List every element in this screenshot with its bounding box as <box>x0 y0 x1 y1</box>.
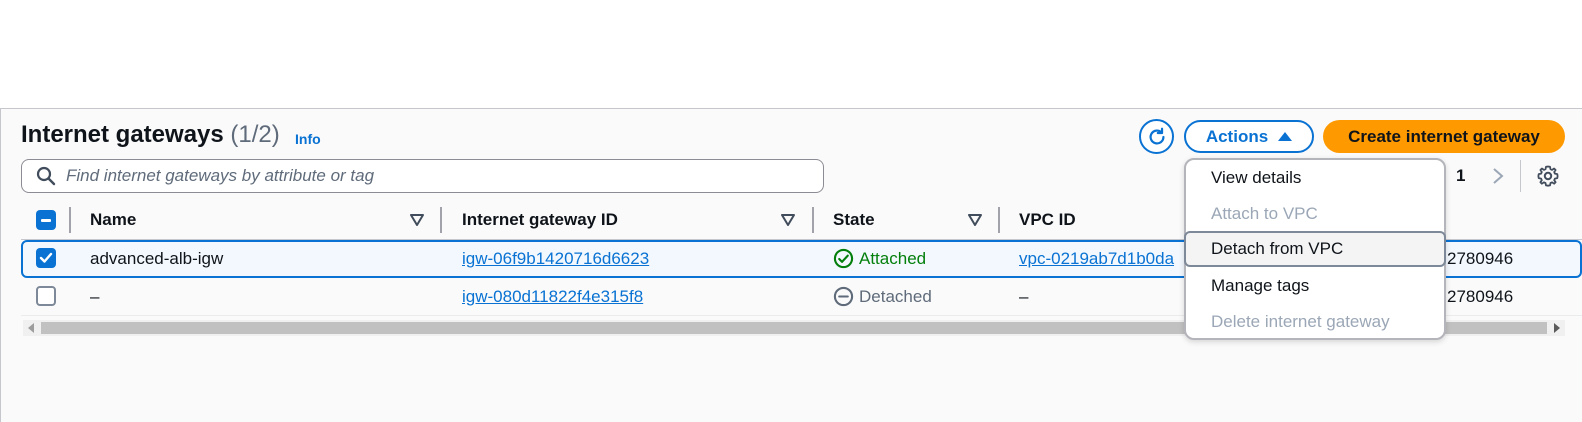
gateway-name: advanced-alb-igw <box>90 249 224 268</box>
pagination-divider <box>1520 160 1521 192</box>
create-internet-gateway-button[interactable]: Create internet gateway <box>1323 120 1565 153</box>
column-header-state[interactable]: State <box>833 210 875 230</box>
scroll-left-arrow-icon[interactable] <box>28 323 34 333</box>
sort-icon[interactable] <box>968 214 982 226</box>
gateway-name: – <box>90 287 100 306</box>
scroll-right-arrow-icon[interactable] <box>1554 323 1560 333</box>
column-divider[interactable] <box>998 207 1000 233</box>
minus-circle-icon <box>833 286 854 307</box>
gateway-id-link[interactable]: igw-06f9b1420716d6623 <box>462 249 649 269</box>
search-icon <box>36 166 56 186</box>
chevron-right-icon <box>1493 168 1504 184</box>
actions-button[interactable]: Actions <box>1184 120 1314 153</box>
column-header-vpc-id[interactable]: VPC ID <box>1019 210 1076 230</box>
sort-icon[interactable] <box>781 214 795 226</box>
vpc-id: – <box>1019 287 1029 306</box>
column-header-igw-id[interactable]: Internet gateway ID <box>462 210 618 230</box>
search-input[interactable] <box>66 166 786 186</box>
menu-item-manage-tags[interactable]: Manage tags <box>1186 268 1444 304</box>
actions-label: Actions <box>1205 126 1269 146</box>
status-badge: Attached <box>833 248 926 269</box>
column-header-name[interactable]: Name <box>90 210 136 230</box>
next-page-button[interactable] <box>1488 165 1508 187</box>
refresh-button[interactable] <box>1139 119 1174 154</box>
row-checkbox[interactable] <box>36 286 56 306</box>
info-link[interactable]: Info <box>295 131 321 147</box>
refresh-icon <box>1149 127 1165 145</box>
sort-icon[interactable] <box>410 214 424 226</box>
select-all-checkbox[interactable] <box>36 210 56 230</box>
selection-count: (1/2) <box>230 121 280 148</box>
row-checkbox[interactable] <box>36 248 56 268</box>
menu-item-view-details[interactable]: View details <box>1186 160 1444 196</box>
page-title: Internet gateways (1/2) <box>21 121 280 149</box>
owner-id: 2780946 <box>1447 287 1514 306</box>
column-divider <box>69 207 71 233</box>
menu-item-delete-internet-gateway: Delete internet gateway <box>1211 312 1390 331</box>
menu-item-detach-from-vpc[interactable]: Detach from VPC <box>1184 231 1446 267</box>
gateway-id-link[interactable]: igw-080d11822f4e315f8 <box>462 287 643 307</box>
page-number[interactable]: 1 <box>1456 166 1465 186</box>
table-settings-button[interactable] <box>1535 163 1561 189</box>
actions-dropdown-menu: View details Attach to VPC Detach from V… <box>1184 158 1446 340</box>
column-divider[interactable] <box>440 207 442 233</box>
vpc-id-link[interactable]: vpc-0219ab7d1b0da <box>1019 249 1174 269</box>
caret-up-icon <box>1278 132 1293 141</box>
status-badge: Detached <box>833 286 932 307</box>
title-text: Internet gateways <box>21 121 224 148</box>
status-text: Detached <box>859 286 932 306</box>
checkmark-icon <box>39 252 53 263</box>
check-circle-icon <box>833 248 854 269</box>
top-blank-area <box>0 0 1582 108</box>
gear-icon <box>1537 165 1559 187</box>
search-bar[interactable] <box>21 159 824 193</box>
status-text: Attached <box>859 248 927 268</box>
menu-item-attach-to-vpc: Attach to VPC <box>1211 204 1318 223</box>
column-divider[interactable] <box>812 207 814 233</box>
owner-id: 2780946 <box>1447 249 1514 268</box>
